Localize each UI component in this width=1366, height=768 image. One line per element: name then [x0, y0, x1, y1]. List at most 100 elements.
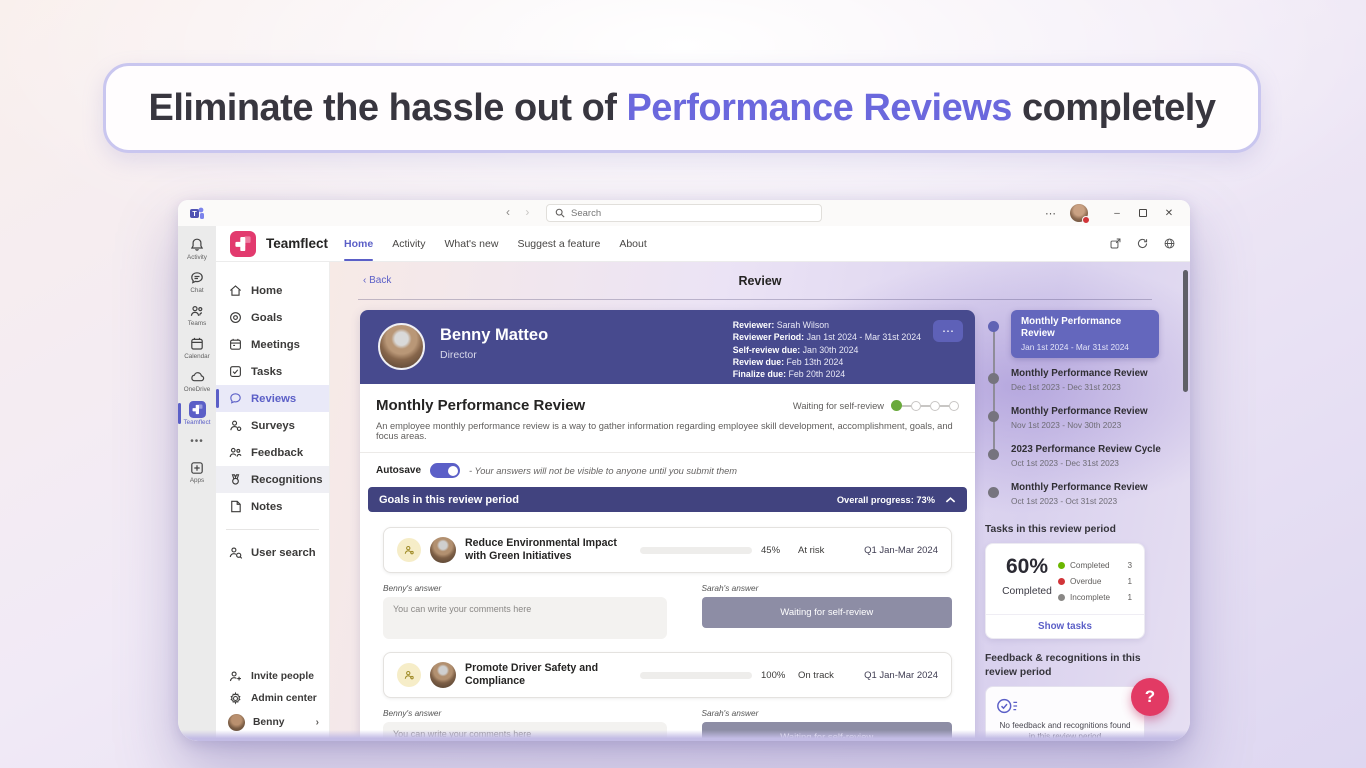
- stage-dot-2: [911, 401, 921, 411]
- timeline-item[interactable]: Monthly Performance Review Dec 1st 2023 …: [1011, 365, 1190, 396]
- admin-center-button[interactable]: Admin center: [216, 687, 329, 709]
- rail-item-chat[interactable]: Chat: [178, 265, 216, 298]
- review-header: Benny Matteo Director Reviewer: Sarah Wi…: [360, 310, 975, 384]
- goal-progress-bar: [640, 672, 752, 679]
- nav-back-icon[interactable]: ‹: [506, 205, 510, 219]
- invite-people-button[interactable]: Invite people: [216, 665, 329, 687]
- overdue-dot: [1058, 578, 1065, 585]
- app-tabs: Home Activity What's new Suggest a featu…: [344, 226, 647, 261]
- tasks-percent-label: Completed: [996, 586, 1058, 597]
- employee-answer-input[interactable]: You can write your comments here: [383, 722, 667, 741]
- meta-finalize-due: Finalize due: Feb 20th 2024: [733, 368, 921, 380]
- reviewer-waiting-banner: Waiting for self-review: [702, 722, 953, 741]
- timeline-dot: [988, 411, 999, 422]
- nav-forward-icon[interactable]: ›: [525, 205, 529, 219]
- completed-dot: [1058, 562, 1065, 569]
- teams-window: T ‹ › ⋯ – ✕ Teamflect Home Activity W: [178, 200, 1190, 741]
- presence-busy-dot: [1082, 216, 1090, 224]
- rail-item-onedrive[interactable]: OneDrive: [178, 364, 216, 397]
- chevron-up-icon[interactable]: [945, 496, 956, 504]
- sidebar-item-meetings[interactable]: Meetings: [216, 331, 329, 358]
- app-header: Teamflect Home Activity What's new Sugge…: [216, 226, 1190, 262]
- rail-item-calendar[interactable]: Calendar: [178, 331, 216, 364]
- tab-about[interactable]: About: [619, 226, 646, 261]
- feedback-heading: Feedback & recognitions in this review p…: [985, 652, 1160, 680]
- tasks-heading: Tasks in this review period: [985, 523, 1160, 537]
- sidebar-item-notes[interactable]: Notes: [216, 493, 329, 520]
- show-tasks-link[interactable]: Show tasks: [986, 614, 1144, 638]
- right-panel: Monthly Performance Review Jan 1st 2024 …: [985, 310, 1190, 741]
- rail-item-teams[interactable]: Teams: [178, 298, 216, 331]
- autosave-toggle[interactable]: [430, 463, 460, 478]
- cloud-icon: [189, 369, 206, 385]
- search-icon: [555, 208, 565, 218]
- legend-row-overdue: Overdue 1: [1058, 573, 1134, 589]
- goal-progress-bar: [640, 547, 752, 554]
- maximize-button[interactable]: [1130, 200, 1156, 226]
- globe-icon[interactable]: [1163, 237, 1176, 250]
- review-description: An employee monthly performance review i…: [376, 421, 959, 441]
- close-button[interactable]: ✕: [1156, 200, 1182, 226]
- search-bar[interactable]: [546, 204, 822, 222]
- timeline-dot: [988, 373, 999, 384]
- tasks-legend: Completed 3 Overdue 1 Incomplete 1: [1058, 555, 1134, 605]
- autosave-row: Autosave - Your answers will not be visi…: [360, 453, 975, 487]
- sidebar-footer: Invite people Admin center Benny ›: [216, 665, 329, 735]
- sidebar-item-reviews[interactable]: Reviews: [216, 385, 329, 412]
- help-button[interactable]: ?: [1131, 678, 1169, 716]
- home-icon: [228, 283, 243, 298]
- scrollbar-thumb[interactable]: [1183, 270, 1188, 392]
- page-topbar: ‹ Back Review: [330, 262, 1190, 300]
- sidebar-item-feedback[interactable]: Feedback: [216, 439, 329, 466]
- goals-section-header[interactable]: Goals in this review period Overall prog…: [368, 487, 967, 512]
- goal-row[interactable]: Promote Driver Safety and Compliance 100…: [383, 652, 952, 698]
- teams-rail: Activity Chat Teams Calendar OneDrive Te…: [178, 226, 216, 741]
- feedback-icon: [228, 445, 243, 460]
- rail-more-icon[interactable]: •••: [190, 436, 204, 447]
- tab-activity[interactable]: Activity: [392, 226, 425, 261]
- autosave-note: - Your answers will not be visible to an…: [469, 466, 737, 476]
- calendar-icon: [189, 336, 205, 352]
- rail-item-apps[interactable]: Apps: [178, 455, 216, 488]
- tab-suggest-feature[interactable]: Suggest a feature: [517, 226, 600, 261]
- titlebar-more-icon[interactable]: ⋯: [1045, 207, 1056, 220]
- sidebar-item-tasks[interactable]: Tasks: [216, 358, 329, 385]
- minimize-button[interactable]: –: [1104, 200, 1130, 226]
- rail-item-teamflect[interactable]: Teamflect: [178, 397, 216, 430]
- goal-row[interactable]: Reduce Environmental Impact with Green I…: [383, 527, 952, 573]
- search-input[interactable]: [571, 208, 813, 219]
- popout-icon[interactable]: [1109, 237, 1122, 250]
- employee-name: Benny Matteo: [440, 326, 548, 345]
- sidebar-item-recognitions[interactable]: Recognitions: [216, 466, 329, 493]
- user-search-icon: [228, 545, 243, 560]
- tab-whats-new[interactable]: What's new: [444, 226, 498, 261]
- user-avatar[interactable]: [1070, 204, 1088, 222]
- timeline-item[interactable]: Monthly Performance Review Jan 1st 2024 …: [1011, 310, 1190, 358]
- goal-progress-percent: 100%: [761, 670, 789, 681]
- employee-role: Director: [440, 349, 477, 361]
- sidebar-item-surveys[interactable]: Surveys: [216, 412, 329, 439]
- apps-plus-icon: [189, 460, 205, 476]
- refresh-icon[interactable]: [1136, 237, 1149, 250]
- timeline-item[interactable]: Monthly Performance Review Nov 1st 2023 …: [1011, 403, 1190, 434]
- tab-home[interactable]: Home: [344, 226, 373, 261]
- review-more-button[interactable]: ⋯: [933, 320, 963, 342]
- sidebar-user-button[interactable]: Benny ›: [216, 709, 329, 735]
- incomplete-dot: [1058, 594, 1065, 601]
- legend-row-completed: Completed 3: [1058, 557, 1134, 573]
- rail-item-activity[interactable]: Activity: [178, 232, 216, 265]
- autosave-label: Autosave: [376, 465, 421, 476]
- stage-dot-1: [891, 400, 902, 411]
- sidebar-item-user-search[interactable]: User search: [216, 539, 329, 566]
- benny-avatar: [228, 714, 245, 731]
- timeline-item[interactable]: Monthly Performance Review Oct 1st 2023 …: [1011, 479, 1190, 510]
- goal-assignee-avatar: [430, 662, 456, 688]
- hero-text-after: completely: [1022, 87, 1216, 130]
- sidebar-item-home[interactable]: Home: [216, 277, 329, 304]
- employee-answer-input[interactable]: You can write your comments here: [383, 597, 667, 639]
- sidebar-item-goals[interactable]: Goals: [216, 304, 329, 331]
- timeline-item[interactable]: 2023 Performance Review Cycle Oct 1st 20…: [1011, 441, 1190, 472]
- reviewer-waiting-banner: Waiting for self-review: [702, 597, 953, 628]
- timeline-dot: [988, 487, 999, 498]
- overall-progress: Overall progress: 73%: [837, 495, 935, 505]
